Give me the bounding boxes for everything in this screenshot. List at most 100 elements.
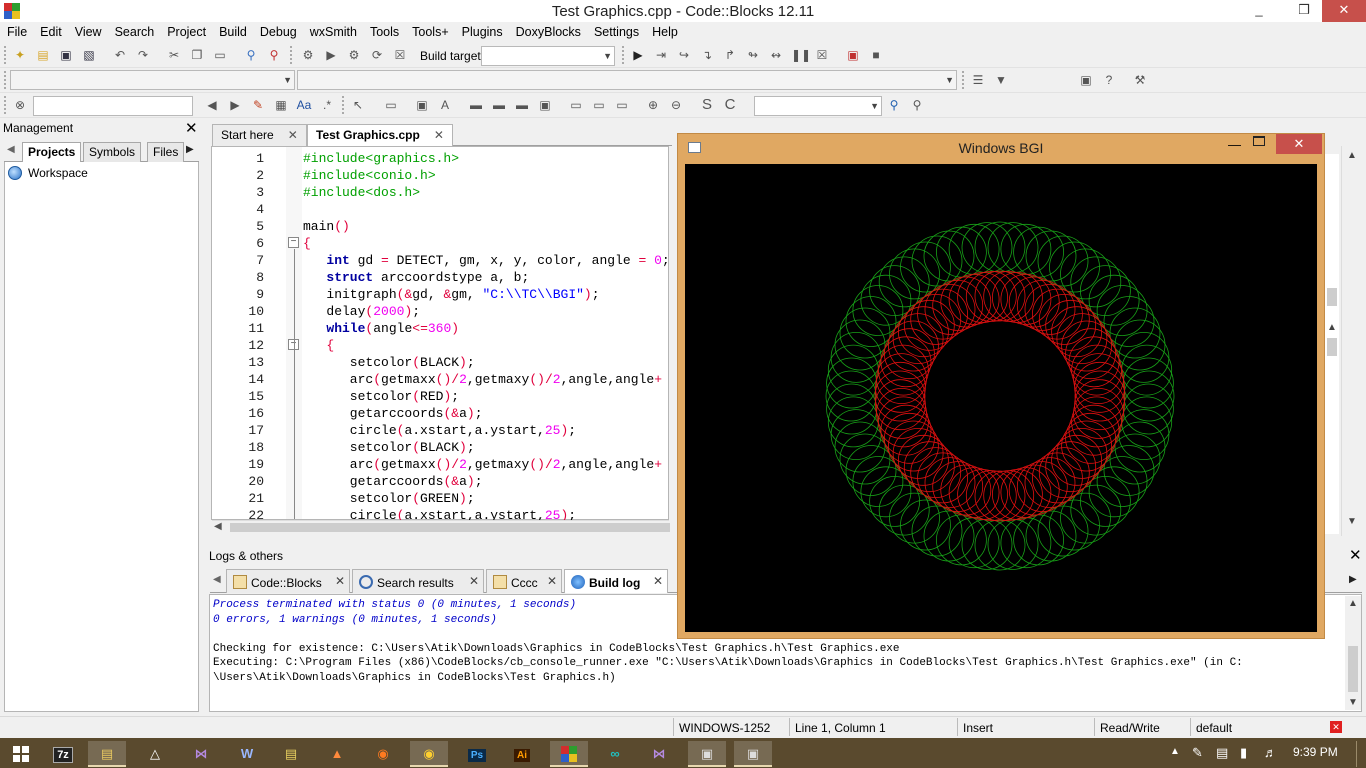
menu-file[interactable]: File — [0, 22, 33, 39]
frame-icon[interactable]: ▭ — [383, 97, 399, 113]
editor-hscroll-thumb[interactable] — [230, 523, 670, 532]
show-desktop-button[interactable] — [1356, 741, 1357, 767]
abort-icon[interactable]: ☒ — [392, 47, 408, 63]
toolbar-grip[interactable] — [962, 71, 966, 89]
find-next-icon[interactable]: ▶ — [227, 97, 243, 113]
start-button[interactable] — [2, 741, 40, 767]
scroll-up-icon[interactable]: ▲ — [1348, 598, 1358, 609]
management-close-icon[interactable]: ✕ — [185, 119, 199, 137]
symbol-find-icon[interactable]: ⚲ — [886, 97, 902, 113]
taskbar-codeblocks[interactable] — [550, 741, 588, 767]
scroll-down-icon[interactable]: ▼ — [1347, 516, 1357, 527]
tab-symbols[interactable]: Symbols — [83, 142, 142, 162]
rebuild-icon[interactable]: ⟳ — [369, 47, 385, 63]
taskbar-word[interactable]: W — [228, 741, 266, 767]
replace-icon[interactable]: ⚲ — [266, 47, 282, 63]
function-select[interactable]: ▼ — [297, 70, 957, 90]
widget-6-icon[interactable]: ▭ — [591, 97, 607, 113]
menu-tools-plus[interactable]: Tools+ — [405, 22, 454, 39]
code-line[interactable]: setcolor(BLACK); — [303, 354, 475, 371]
menu-help[interactable]: Help — [645, 22, 684, 39]
project-tree[interactable] — [4, 162, 199, 712]
tray-pen-icon[interactable]: ✎ — [1192, 745, 1203, 761]
tray-volume-icon[interactable]: ♬ — [1264, 745, 1277, 760]
workspace-node[interactable]: Workspace — [28, 166, 88, 180]
clear-search-icon[interactable]: ⊗ — [12, 97, 28, 113]
image-icon[interactable]: ▣ — [414, 97, 430, 113]
close-icon[interactable]: ✕ — [547, 574, 557, 588]
taskbar-window-2[interactable]: ▣ — [734, 741, 772, 767]
taskbar-arduino[interactable]: ∞ — [596, 741, 634, 767]
status-alert-icon[interactable]: ✕ — [1330, 721, 1342, 733]
save-icon[interactable]: ▣ — [58, 47, 74, 63]
run-to-cursor-icon[interactable]: ⇥ — [653, 47, 669, 63]
tab-scroll-left-icon[interactable]: ◀ — [213, 574, 221, 585]
code-line[interactable]: circle(a.xstart,a.ystart,25); — [303, 422, 576, 439]
copy-icon[interactable]: ❐ — [189, 47, 205, 63]
tray-signal-icon[interactable]: ▮ — [1240, 745, 1247, 761]
debug-info-icon[interactable]: ■ — [868, 47, 884, 63]
tab-scroll-left-icon[interactable]: ◀ — [7, 144, 15, 155]
close-icon[interactable]: ✕ — [653, 574, 663, 588]
taskbar-file-explorer[interactable]: ▤ — [88, 741, 126, 767]
widget-4-icon[interactable]: ▣ — [537, 97, 553, 113]
build-and-run-icon[interactable]: ⚙ — [346, 47, 362, 63]
symbol-search-icon[interactable]: ⚲ — [909, 97, 925, 113]
widget-7-icon[interactable]: ▭ — [614, 97, 630, 113]
zoom-out-icon[interactable]: ⊖ — [668, 97, 684, 113]
close-icon[interactable]: ✕ — [469, 574, 479, 588]
widget-3-icon[interactable]: ▬ — [514, 97, 530, 113]
extract-docs-icon[interactable]: ▼ — [993, 72, 1009, 88]
close-icon[interactable]: ✕ — [434, 128, 444, 142]
taskbar-notepad[interactable]: ▤ — [272, 741, 310, 767]
scroll-up-icon[interactable]: ▲ — [1347, 150, 1357, 161]
regex-icon[interactable]: .* — [319, 97, 335, 113]
minimize-button[interactable]: _ — [1242, 0, 1276, 22]
step-out-icon[interactable]: ↱ — [722, 47, 738, 63]
menu-doxyblocks[interactable]: DoxyBlocks — [509, 22, 587, 39]
chm-docs-icon[interactable]: ? — [1101, 72, 1117, 88]
find-previous-icon[interactable]: ◀ — [204, 97, 220, 113]
bgi-maximize-button[interactable] — [1253, 136, 1265, 146]
scroll-up-small-icon[interactable]: ▲ — [1327, 322, 1337, 333]
incremental-search-input[interactable] — [33, 96, 193, 116]
taskbar-firefox[interactable]: ◉ — [364, 741, 402, 767]
match-case-icon[interactable]: Aa — [296, 97, 312, 113]
text-tool-icon[interactable]: A — [437, 97, 453, 113]
tab-files[interactable]: Files — [147, 142, 185, 162]
tray-show-hidden-icon[interactable]: ▲ — [1170, 746, 1180, 757]
selection-only-icon[interactable]: ▦ — [273, 97, 289, 113]
menu-view[interactable]: View — [68, 22, 108, 39]
editor-vertical-scrollbar[interactable] — [1341, 146, 1363, 536]
menu-tools[interactable]: Tools — [363, 22, 405, 39]
code-line[interactable]: initgraph(&gd, &gm, "C:\\TC\\BGI"); — [303, 286, 599, 303]
log-vscroll-thumb[interactable] — [1348, 646, 1358, 692]
scope-select[interactable]: ▼ — [10, 70, 295, 90]
taskbar-clock[interactable]: 9:39 PM — [1293, 745, 1338, 759]
symbol-s-icon[interactable]: S — [699, 97, 715, 113]
build-gear-icon[interactable]: ⚙ — [300, 47, 316, 63]
step-instruction-icon[interactable]: ↭ — [768, 47, 784, 63]
code-line[interactable]: { — [303, 337, 334, 354]
highlight-icon[interactable]: ✎ — [250, 97, 266, 113]
scroll-left-icon[interactable]: ◀ — [214, 521, 222, 532]
tab-scroll-right-icon[interactable]: ▶ — [186, 144, 194, 155]
zoom-in-icon[interactable]: ⊕ — [645, 97, 661, 113]
menu-search[interactable]: Search — [108, 22, 161, 39]
pointer-icon[interactable]: ↖ — [350, 97, 366, 113]
new-file-icon[interactable]: ✦ — [12, 47, 28, 63]
close-icon[interactable]: ✕ — [288, 128, 298, 142]
code-line[interactable]: arc(getmaxx()/2,getmaxy()/2,angle,angle+ — [303, 371, 662, 388]
close-icon[interactable]: ✕ — [335, 574, 345, 588]
debug-run-icon[interactable]: ▶ — [630, 47, 646, 63]
code-line[interactable]: getarccoords(&a); — [303, 473, 483, 490]
save-all-icon[interactable]: ▧ — [81, 47, 97, 63]
fold-toggle-icon[interactable]: − — [288, 237, 299, 248]
bgi-close-button[interactable]: ✕ — [1276, 134, 1322, 154]
open-folder-icon[interactable]: ▤ — [35, 47, 51, 63]
close-button[interactable]: ✕ — [1322, 0, 1366, 22]
next-instruction-icon[interactable]: ↬ — [745, 47, 761, 63]
menu-wxsmith[interactable]: wxSmith — [303, 22, 363, 39]
tab-projects[interactable]: Projects — [22, 142, 82, 162]
logs-close-icon[interactable]: ✕ — [1349, 546, 1362, 564]
